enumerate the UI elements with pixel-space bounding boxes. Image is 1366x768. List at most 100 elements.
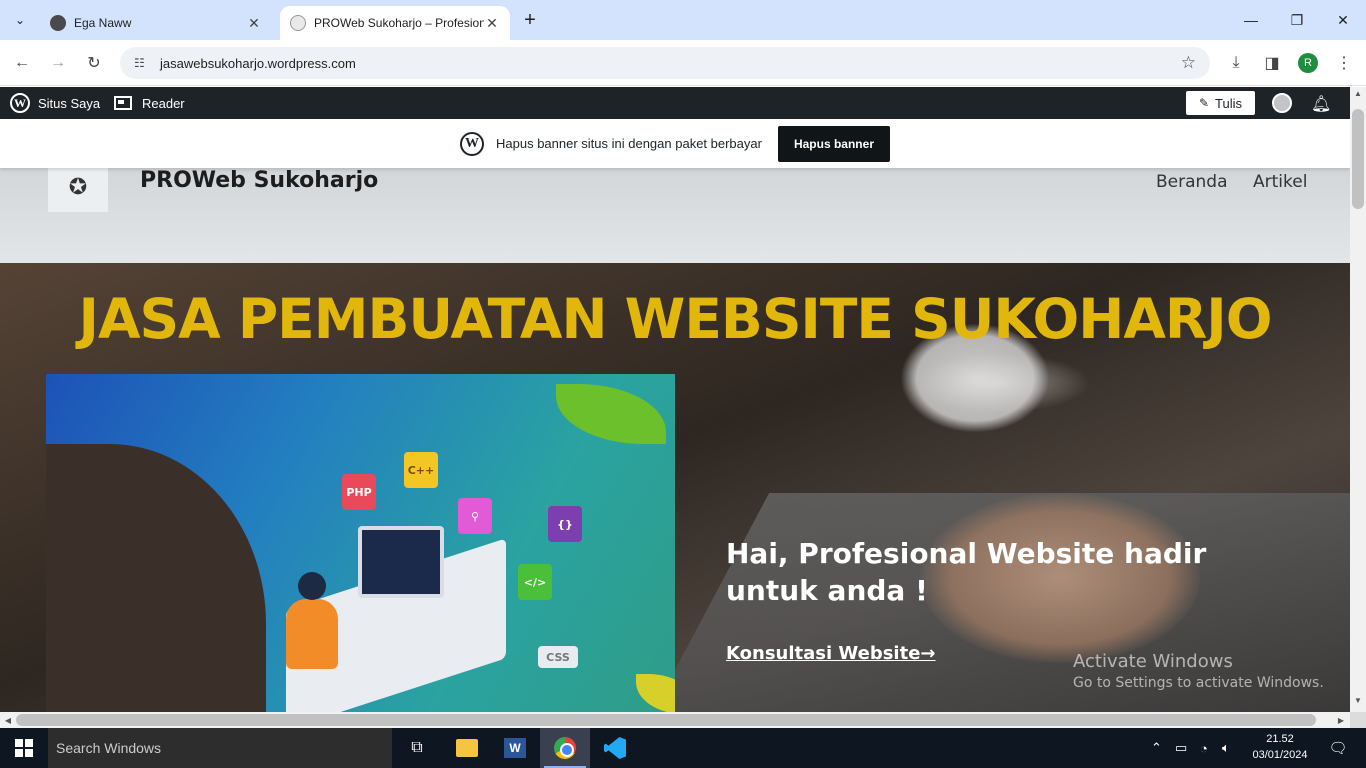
leaf-shape xyxy=(636,674,675,712)
activate-windows-watermark: Activate Windows Go to Settings to activ… xyxy=(1073,651,1324,691)
chevron-down-icon: ⌄ xyxy=(14,13,26,27)
upgrade-banner: W Hapus banner situs ini dengan paket be… xyxy=(0,119,1350,168)
file-explorer-icon[interactable] xyxy=(442,728,492,768)
reload-button[interactable]: ↻ xyxy=(81,50,107,76)
remove-banner-button[interactable]: Hapus banner xyxy=(777,125,890,162)
site-info-icon[interactable]: ☷ xyxy=(134,56,150,70)
reader-icon xyxy=(114,96,132,110)
braces-chip: {} xyxy=(548,506,582,542)
write-label: Tulis xyxy=(1215,95,1243,111)
new-tab-button[interactable]: + xyxy=(518,8,542,32)
site-favicon-icon xyxy=(290,15,306,31)
scroll-corner xyxy=(1350,712,1366,728)
notification-center-icon[interactable]: 🗨︎ xyxy=(1318,728,1358,768)
search-chip: ⚲ xyxy=(458,498,492,534)
site-title[interactable]: PROWeb Sukoharjo xyxy=(140,168,378,193)
chrome-icon[interactable] xyxy=(540,728,590,768)
search-placeholder: Search Windows xyxy=(56,740,162,756)
scroll-left-icon[interactable]: ◀ xyxy=(1,712,15,728)
notifications-bell-icon[interactable]: 🔔︎ xyxy=(1311,94,1331,114)
tab-ega-naww[interactable]: Ega Naww ✕ xyxy=(40,6,272,40)
vertical-scrollbar[interactable]: ▲ ▼ xyxy=(1350,87,1366,712)
code-chip: </> xyxy=(518,564,552,600)
browser-toolbar: ← → ↻ ☷ jasawebsukoharjo.wordpress.com ☆… xyxy=(0,40,1366,86)
banner-text: Hapus banner situs ini dengan paket berb… xyxy=(496,136,762,151)
wp-admin-bar: W Situs Saya Reader ✎ Tulis 🔔︎ xyxy=(0,87,1350,119)
clock-date: 03/01/2024 xyxy=(1252,749,1308,761)
menu-kebab-icon[interactable]: ⋮ xyxy=(1333,52,1355,74)
globe-icon xyxy=(50,15,66,31)
site-header: ✪ PROWeb Sukoharjo Beranda Artikel xyxy=(0,162,1350,263)
clock-time: 21.52 xyxy=(1266,733,1294,745)
profile-avatar[interactable]: R xyxy=(1298,53,1318,73)
url-text: jasawebsukoharjo.wordpress.com xyxy=(160,55,356,71)
hero-headline: JASA PEMBUATAN WEBSITE SUKOHARJO xyxy=(78,287,1273,351)
forward-button[interactable]: → xyxy=(45,50,71,76)
pen-icon: ✎ xyxy=(1198,96,1210,110)
activate-line1: Activate Windows xyxy=(1073,651,1233,672)
person-head xyxy=(298,572,326,600)
reader-label: Reader xyxy=(142,95,185,111)
address-bar[interactable]: ☷ jasawebsukoharjo.wordpress.com ☆ xyxy=(120,47,1210,79)
side-panel-icon[interactable]: ◨ xyxy=(1261,52,1283,74)
my-site-label: Situs Saya xyxy=(38,95,101,111)
reader-link[interactable]: Reader xyxy=(114,87,185,119)
hero-section: JASA PEMBUATAN WEBSITE SUKOHARJO C++ PHP… xyxy=(0,263,1350,712)
css-chip: CSS xyxy=(538,646,578,668)
windows-start-icon[interactable] xyxy=(0,728,48,768)
write-button[interactable]: ✎ Tulis xyxy=(1186,91,1255,115)
magnifier-icon: ⚲ xyxy=(470,509,480,523)
tray-chevron-icon[interactable]: ⌃ xyxy=(1151,728,1162,768)
tab-title: Ega Naww xyxy=(74,16,132,30)
my-site-link[interactable]: W Situs Saya xyxy=(10,87,100,119)
close-icon[interactable]: ✕ xyxy=(484,15,500,32)
page-viewport: W Situs Saya Reader ✎ Tulis 🔔︎ W Hapus b… xyxy=(0,87,1350,712)
wordpress-logo-icon: W xyxy=(10,93,30,113)
word-icon[interactable]: W xyxy=(490,728,540,768)
windows-taskbar: Search Windows ⧉ W ⌃ ▭ ◔ 🔈︎ 21.52 03/01/… xyxy=(0,728,1366,768)
download-icon[interactable]: ⤓ xyxy=(1225,52,1247,74)
scroll-thumb[interactable] xyxy=(1352,109,1364,209)
taskbar-search[interactable]: Search Windows xyxy=(48,728,392,768)
system-clock[interactable]: 21.52 03/01/2024 xyxy=(1248,731,1312,763)
person-figure xyxy=(286,599,338,669)
volume-icon[interactable]: 🔈︎ xyxy=(1222,728,1230,768)
illustration-shape xyxy=(46,444,266,712)
battery-icon[interactable]: ▭ xyxy=(1175,728,1187,768)
site-logo[interactable]: ✪ xyxy=(48,162,108,212)
scroll-right-icon[interactable]: ▶ xyxy=(1334,712,1348,728)
tab-search-button[interactable]: ⌄ xyxy=(8,8,32,32)
scroll-down-icon[interactable]: ▼ xyxy=(1350,696,1366,710)
scroll-up-icon[interactable]: ▲ xyxy=(1350,89,1366,103)
activate-line2: Go to Settings to activate Windows. xyxy=(1073,675,1324,691)
hero-tagline: Hai, Profesional Website hadir untuk and… xyxy=(726,537,1207,607)
leaf-shape xyxy=(556,384,666,444)
tab-title: PROWeb Sukoharjo – Profesional xyxy=(314,16,484,30)
tab-proweb[interactable]: PROWeb Sukoharjo – Profesional ✕ xyxy=(280,6,510,40)
task-view-icon[interactable]: ⧉ xyxy=(392,728,442,768)
minimize-button[interactable]: — xyxy=(1228,0,1274,40)
horizontal-scrollbar[interactable]: ◀ ▶ xyxy=(0,712,1350,728)
php-chip: PHP xyxy=(342,474,376,510)
reload-icon: ↻ xyxy=(87,55,101,72)
monitor-shape xyxy=(358,526,444,598)
arrow-right-icon: → xyxy=(50,54,66,71)
restore-button[interactable]: ❐ xyxy=(1274,0,1320,40)
bookmark-star-icon[interactable]: ☆ xyxy=(1181,53,1196,73)
vscode-icon[interactable] xyxy=(590,728,640,768)
back-button[interactable]: ← xyxy=(9,50,35,76)
wordpress-logo-icon: W xyxy=(460,131,484,156)
arrow-left-icon: ← xyxy=(14,54,30,71)
consult-link[interactable]: Konsultasi Website→ xyxy=(726,643,936,664)
user-avatar[interactable] xyxy=(1272,93,1292,113)
tab-strip: ⌄ Ega Naww ✕ PROWeb Sukoharjo – Profesio… xyxy=(0,0,1366,40)
hero-illustration: C++ PHP {} </> CSS ⚲ xyxy=(46,374,675,712)
scroll-thumb[interactable] xyxy=(16,714,1316,726)
menu-item-artikel[interactable]: Artikel xyxy=(1253,172,1307,192)
wifi-icon[interactable]: ◔ xyxy=(1200,728,1208,768)
badge-check-icon: ✪ xyxy=(68,174,88,199)
menu-item-beranda[interactable]: Beranda xyxy=(1156,172,1228,192)
close-icon[interactable]: ✕ xyxy=(246,15,262,32)
close-window-button[interactable]: ✕ xyxy=(1320,0,1366,40)
cpp-chip: C++ xyxy=(404,452,438,488)
